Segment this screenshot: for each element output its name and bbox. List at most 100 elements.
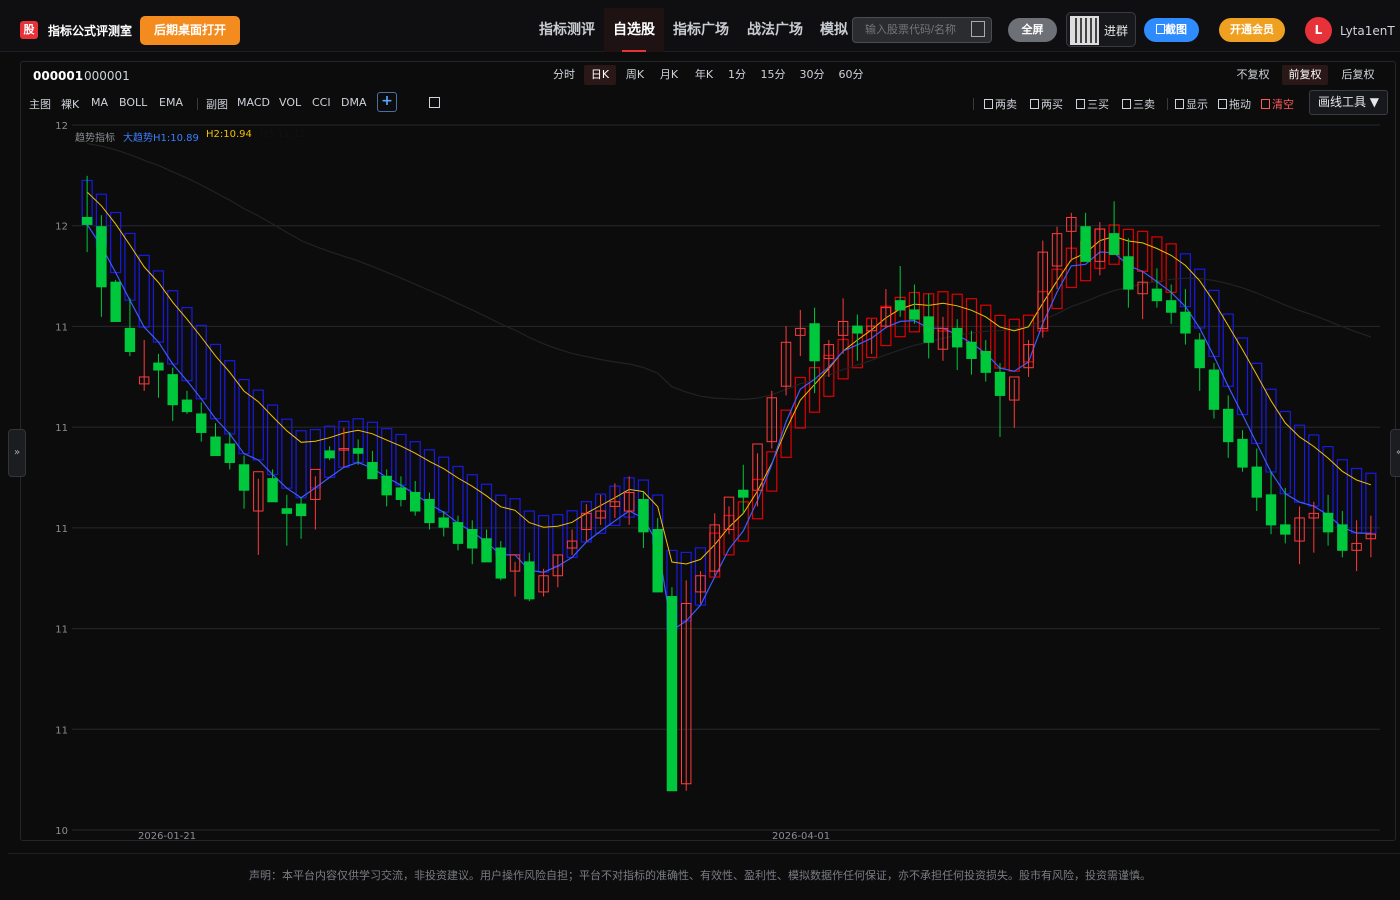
- search-clear-icon[interactable]: [971, 21, 985, 37]
- app-logo-icon: 股: [20, 21, 38, 39]
- adjust-tab-none[interactable]: 不复权: [1232, 65, 1274, 85]
- indicator-ema[interactable]: EMA: [159, 96, 183, 109]
- fullscreen-button[interactable]: 全屏: [1008, 18, 1057, 42]
- indicator-dma[interactable]: DMA: [341, 96, 367, 109]
- indicator-ma[interactable]: MA: [91, 96, 108, 109]
- sub-chart-label: 副图: [206, 98, 228, 111]
- stock-name: 000001: [84, 69, 130, 83]
- indicator-settings-icon[interactable]: [429, 97, 440, 108]
- candle-body: [238, 464, 250, 491]
- toggle-drag[interactable]: 拖动: [1218, 96, 1251, 112]
- candlestick-chart[interactable]: 12 12 11 11 11 11 11 10 2026-01-21 2026-04-01: [20, 118, 1382, 840]
- period-tab-monthly[interactable]: 月K: [653, 65, 685, 85]
- join-group-button[interactable]: 进群: [1066, 12, 1136, 47]
- y-tick-label: 11: [55, 625, 68, 636]
- indicator-macd[interactable]: MACD: [237, 96, 270, 109]
- candle-body: [467, 529, 478, 549]
- footer-divider: [8, 853, 1400, 854]
- candle-body: [124, 327, 136, 353]
- app-title: 指标公式评测室: [48, 24, 133, 38]
- toggle-display[interactable]: 显示: [1175, 96, 1208, 112]
- expand-right-panel-button[interactable]: «: [1390, 429, 1400, 477]
- legend-indicator-name: 趋势指标: [75, 133, 115, 144]
- candle-body: [980, 351, 991, 373]
- candle-body: [324, 450, 335, 459]
- qr-code-icon: [1070, 16, 1099, 45]
- indicator-cci[interactable]: CCI: [312, 96, 331, 109]
- candle-body: [153, 362, 164, 371]
- stock-toolbar: 000001 000001 分时 日K 周K 月K 年K 1分 15分 30分 …: [21, 62, 1395, 88]
- adjust-tab-forward[interactable]: 前复权: [1282, 65, 1328, 85]
- signal-three-sell[interactable]: 三卖: [1122, 96, 1155, 112]
- signal-three-buy[interactable]: 三买: [1076, 96, 1109, 112]
- nav-tab-simulation[interactable]: 模拟: [814, 8, 854, 52]
- candle-body: [966, 341, 977, 359]
- signal-label: 三买: [1087, 98, 1109, 111]
- username[interactable]: Lyta1enT: [1340, 24, 1395, 38]
- clear-drawings-button[interactable]: 清空: [1261, 96, 1294, 112]
- candle-body: [452, 522, 464, 544]
- candle-body: [481, 538, 492, 563]
- divider: [973, 98, 974, 110]
- candle-body: [1223, 408, 1234, 443]
- drawing-tools-dropdown[interactable]: 画线工具 ▼: [1309, 90, 1388, 115]
- y-tick-label: 11: [55, 423, 68, 434]
- trend-band: [1279, 410, 1291, 495]
- indicator-bare-k[interactable]: 裸K: [61, 96, 79, 112]
- expand-left-panel-button[interactable]: »: [8, 429, 26, 477]
- candle-body: [1151, 288, 1163, 302]
- candle-body: [1208, 369, 1220, 410]
- trend-band: [438, 456, 450, 513]
- add-indicator-button[interactable]: +: [377, 92, 397, 112]
- indicator-boll[interactable]: BOLL: [119, 96, 147, 109]
- trend-band: [252, 389, 264, 461]
- avatar[interactable]: L: [1305, 17, 1332, 44]
- candle-body: [110, 281, 121, 322]
- trend-band: [994, 314, 1006, 369]
- candle-body: [852, 325, 863, 334]
- period-tab-15min[interactable]: 15分: [757, 65, 789, 85]
- period-tab-60min[interactable]: 60分: [835, 65, 867, 85]
- stock-search-input[interactable]: [865, 22, 965, 38]
- candle-body: [395, 487, 407, 500]
- candle-body: [652, 529, 663, 593]
- screenshot-button[interactable]: 截图: [1144, 18, 1199, 42]
- stock-search[interactable]: [852, 17, 992, 43]
- period-tab-intraday[interactable]: 分时: [549, 65, 579, 85]
- nav-tab-indicator-square[interactable]: 指标广场: [666, 8, 736, 52]
- nav-tab-strategy-square[interactable]: 战法广场: [740, 8, 810, 52]
- trend-band: [1137, 230, 1149, 272]
- candle-body: [1322, 512, 1334, 533]
- signal-label: 三卖: [1133, 98, 1155, 111]
- adjust-tab-backward[interactable]: 后复权: [1337, 65, 1379, 85]
- signal-two-sell[interactable]: 两卖: [984, 96, 1017, 112]
- y-tick-label: 11: [55, 725, 68, 736]
- period-tab-yearly[interactable]: 年K: [688, 65, 720, 85]
- candle-body: [281, 508, 293, 514]
- candle-body: [809, 323, 820, 362]
- clear-icon: [1261, 99, 1270, 109]
- period-tab-daily[interactable]: 日K: [584, 65, 616, 85]
- open-desktop-button[interactable]: 后期桌面打开: [140, 16, 240, 45]
- period-tab-30min[interactable]: 30分: [796, 65, 828, 85]
- period-tab-1min[interactable]: 1分: [723, 65, 751, 85]
- nav-tab-watchlist[interactable]: 自选股: [604, 8, 664, 52]
- candle-body: [1265, 494, 1277, 526]
- vip-button[interactable]: 开通会员: [1219, 18, 1285, 42]
- checkbox-icon: [1122, 99, 1131, 109]
- candle-body: [666, 596, 678, 792]
- candle-body: [952, 327, 963, 348]
- indicator-vol[interactable]: VOL: [279, 96, 301, 109]
- signal-two-buy[interactable]: 两买: [1030, 96, 1063, 112]
- candle-body: [424, 498, 435, 524]
- period-tab-weekly[interactable]: 周K: [619, 65, 651, 85]
- stock-code: 000001: [33, 69, 84, 83]
- top-bar: 股 指标公式评测室 后期桌面打开 指标测评 自选股 指标广场 战法广场 模拟 全…: [0, 0, 1400, 52]
- y-tick-label: 12: [55, 222, 68, 233]
- candle-body: [96, 226, 107, 288]
- candle-body: [352, 448, 364, 454]
- join-group-label: 进群: [1104, 24, 1129, 38]
- candle-body: [923, 316, 934, 343]
- trend-band: [509, 498, 521, 556]
- nav-tab-indicator-review[interactable]: 指标测评: [532, 8, 602, 52]
